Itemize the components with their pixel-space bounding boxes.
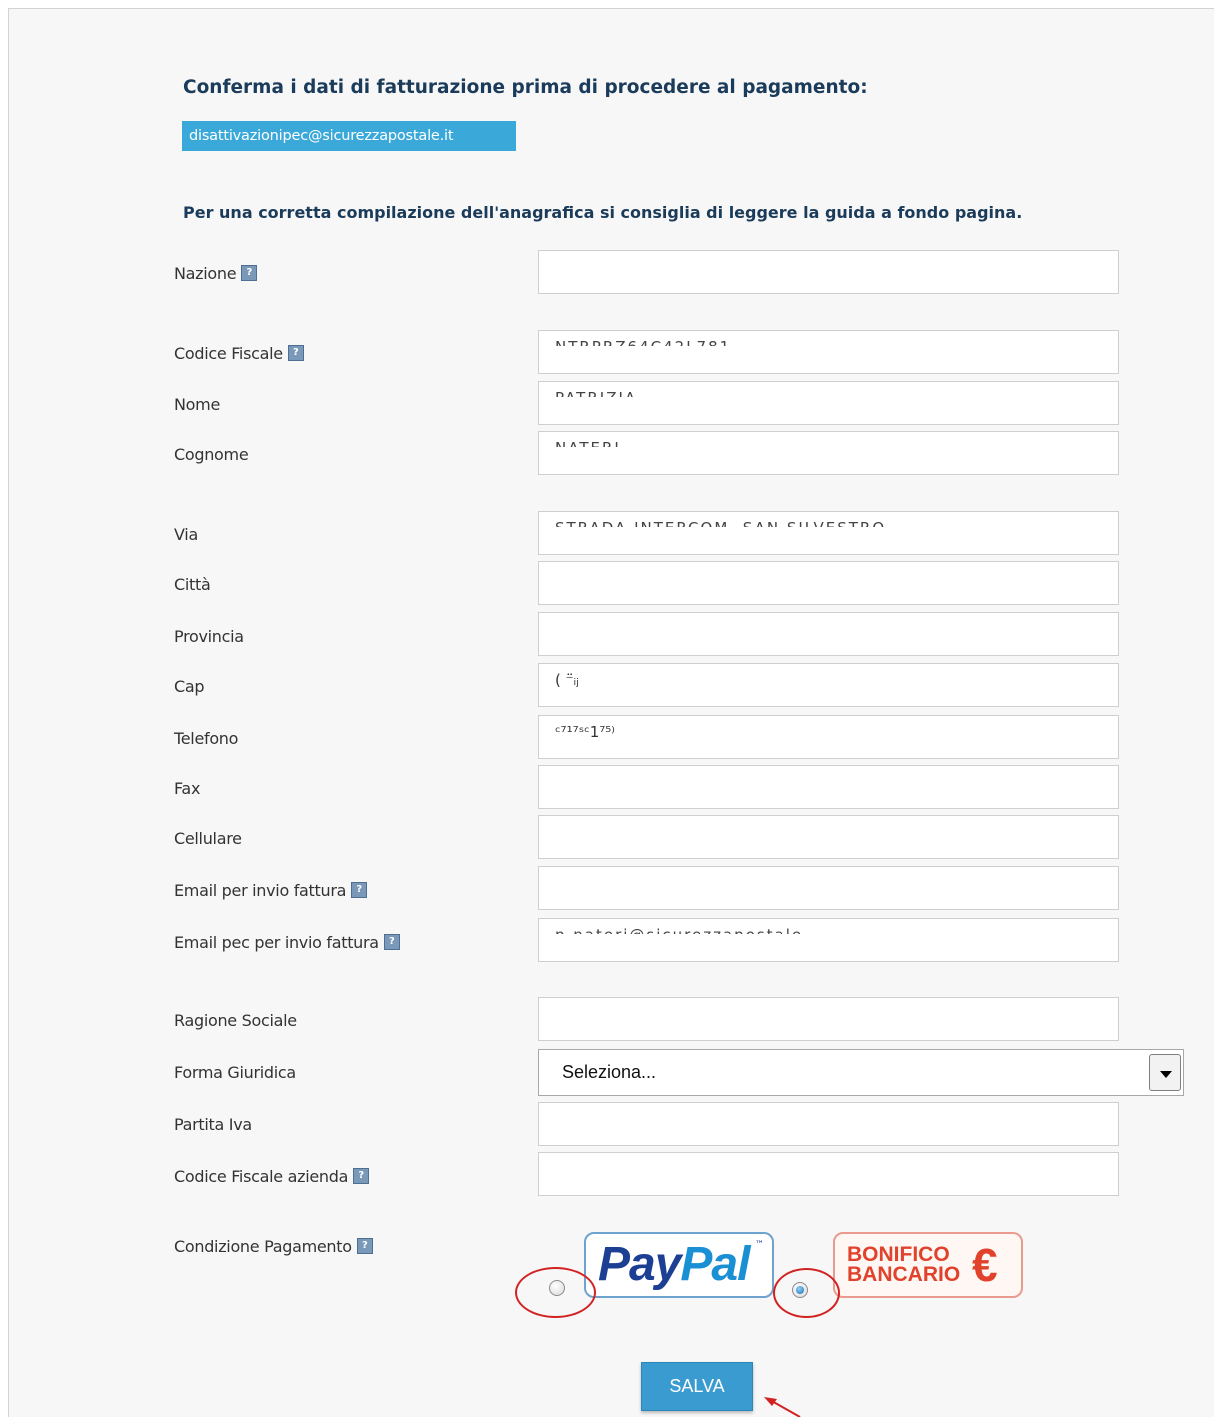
telefono-input[interactable]: ᶜ⁷¹⁷ˢᶜ1⁷⁵⁾ — [538, 715, 1119, 759]
paypal-logo[interactable]: PayPal ™ — [584, 1232, 774, 1298]
save-button[interactable]: SALVA — [641, 1362, 753, 1411]
citta-input[interactable] — [538, 561, 1119, 605]
chevron-down-icon[interactable] — [1149, 1054, 1181, 1091]
cap-input[interactable]: ( ⁻̈ᵢⱼ — [538, 663, 1119, 707]
label-codice-fiscale: Codice Fiscale? — [174, 344, 304, 363]
via-input[interactable]: STRADA INTERCOM. SAN SILVESTRO — [538, 511, 1119, 555]
label-nazione: Nazione? — [174, 264, 258, 283]
partita-iva-input[interactable] — [538, 1102, 1119, 1146]
intro-text: Per una corretta compilazione dell'anagr… — [183, 203, 1023, 222]
account-email-badge: disattivazionipec@sicurezzapostale.it — [182, 121, 516, 151]
codice-fiscale-input[interactable]: NTRPRZ64C42L781 — [538, 330, 1119, 374]
label-nome: Nome — [174, 395, 220, 414]
forma-giuridica-select[interactable]: Seleziona... — [538, 1049, 1184, 1096]
cognome-input[interactable]: NATERI — [538, 431, 1119, 475]
label-cellulare: Cellulare — [174, 829, 242, 848]
nome-input[interactable]: PATRIZIA — [538, 381, 1119, 425]
label-telefono: Telefono — [174, 729, 239, 748]
codice-fiscale-azienda-input[interactable] — [538, 1152, 1119, 1196]
billing-form-panel: Conferma i dati di fatturazione prima di… — [8, 8, 1214, 1417]
trademark-mark: ™ — [755, 1240, 764, 1250]
label-condizione-pagamento: Condizione Pagamento? — [174, 1237, 373, 1256]
paypal-wordmark: PayPal — [598, 1238, 750, 1291]
fax-input[interactable] — [538, 765, 1119, 809]
label-cognome: Cognome — [174, 445, 249, 464]
help-icon[interactable]: ? — [241, 265, 258, 281]
label-via: Via — [174, 525, 198, 544]
label-partita-iva: Partita Iva — [174, 1115, 252, 1134]
provincia-input[interactable] — [538, 612, 1119, 656]
help-icon[interactable]: ? — [356, 1238, 373, 1254]
euro-icon: € — [972, 1239, 998, 1291]
label-fax: Fax — [174, 779, 201, 798]
label-forma-giuridica: Forma Giuridica — [174, 1063, 296, 1082]
help-icon[interactable]: ? — [353, 1168, 370, 1184]
forma-giuridica-selected: Seleziona... — [562, 1062, 657, 1082]
bonifico-wordmark: BONIFICO BANCARIO — [847, 1243, 961, 1286]
label-email-fattura: Email per invio fattura? — [174, 881, 368, 900]
label-email-pec-fattura: Email pec per invio fattura? — [174, 933, 400, 952]
nazione-input[interactable] — [538, 250, 1119, 294]
label-provincia: Provincia — [174, 627, 244, 646]
label-ragione-sociale: Ragione Sociale — [174, 1011, 297, 1030]
annotation-circle — [515, 1267, 596, 1318]
label-citta: Città — [174, 575, 211, 594]
email-fattura-input[interactable] — [538, 866, 1119, 910]
ragione-sociale-input[interactable] — [538, 997, 1119, 1041]
page-title: Conferma i dati di fatturazione prima di… — [183, 77, 868, 98]
annotation-circle — [773, 1268, 840, 1318]
help-icon[interactable]: ? — [351, 882, 368, 898]
label-codice-fiscale-azienda: Codice Fiscale azienda? — [174, 1167, 370, 1186]
help-icon[interactable]: ? — [383, 934, 400, 950]
email-pec-fattura-input[interactable]: p.nateri@sicurezzapostale — [538, 918, 1119, 962]
label-cap: Cap — [174, 677, 205, 696]
help-icon[interactable]: ? — [287, 345, 304, 361]
bonifico-bancario-logo[interactable]: BONIFICO BANCARIO € — [833, 1232, 1023, 1298]
cellulare-input[interactable] — [538, 815, 1119, 859]
